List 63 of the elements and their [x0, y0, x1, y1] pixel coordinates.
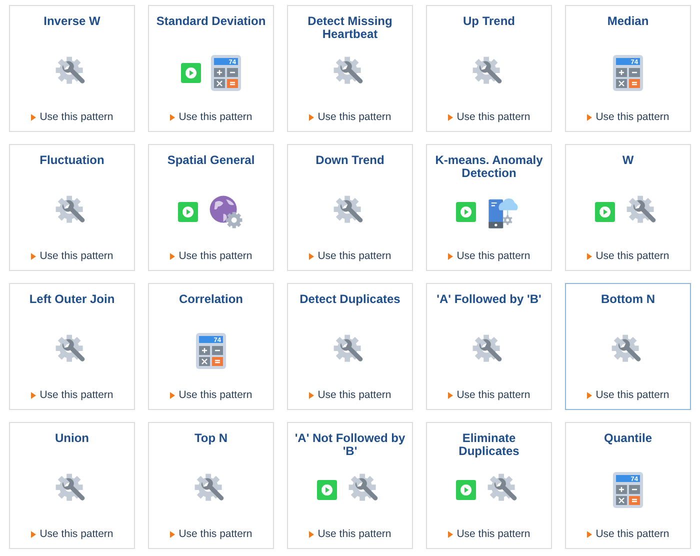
- pattern-card[interactable]: Spatial General Use this pattern: [148, 144, 274, 271]
- triangle-icon: [30, 530, 36, 538]
- triangle-icon: [170, 114, 175, 120]
- play-video-icon[interactable]: [181, 63, 201, 83]
- triangle-icon: [308, 114, 314, 120]
- pattern-card[interactable]: Top N Use this pattern: [148, 422, 274, 549]
- pattern-card[interactable]: 'A' Not Followed by 'B' Use this pattern: [287, 422, 413, 549]
- pattern-card[interactable]: 'A' Followed by 'B' Use this pattern: [426, 283, 552, 410]
- triangle-icon: [448, 114, 453, 120]
- play-video-icon[interactable]: [595, 202, 615, 222]
- pattern-card[interactable]: Detect Missing Heartbeat Use this pattern: [287, 5, 413, 132]
- triangle-icon: [586, 252, 592, 260]
- pattern-title: Detect Duplicates: [300, 293, 400, 308]
- globe-gear-icon: [208, 194, 244, 230]
- pattern-title: Bottom N: [601, 293, 655, 308]
- pattern-card[interactable]: Union Use this pattern: [9, 422, 135, 549]
- triangle-icon: [586, 530, 592, 538]
- triangle-icon: [448, 392, 453, 398]
- pattern-title: Fluctuation: [40, 154, 104, 169]
- pattern-title: Union: [55, 432, 89, 447]
- pattern-title: Top N: [194, 432, 228, 447]
- pattern-title: K-means. Anomaly Detection: [434, 154, 544, 180]
- pattern-title: Down Trend: [316, 154, 384, 169]
- play-video-icon[interactable]: [178, 202, 198, 222]
- pattern-card[interactable]: Left Outer Join Use this pattern: [9, 283, 135, 410]
- pattern-card[interactable]: Bottom N Use this pattern: [565, 283, 691, 410]
- pattern-title: 'A' Followed by 'B': [436, 293, 542, 308]
- pattern-card[interactable]: Eliminate Duplicates Use this pattern: [426, 422, 552, 549]
- pattern-card[interactable]: Down Trend Use this pattern: [287, 144, 413, 271]
- triangle-icon: [308, 392, 314, 398]
- pattern-card[interactable]: Detect Duplicates Use this pattern: [287, 283, 413, 410]
- pattern-card[interactable]: Fluctuation Use this pattern: [9, 144, 135, 271]
- pattern-title: Inverse W: [44, 15, 100, 30]
- pattern-title: Detect Missing Heartbeat: [306, 15, 394, 41]
- pattern-title: Up Trend: [462, 15, 515, 30]
- pattern-title: Standard Deviation: [156, 15, 266, 30]
- pattern-card[interactable]: Inverse W Use this pattern: [9, 5, 135, 132]
- play-video-icon[interactable]: [456, 480, 476, 500]
- play-video-icon[interactable]: [456, 202, 476, 222]
- pattern-card[interactable]: W Use this pattern: [565, 144, 691, 271]
- triangle-icon: [586, 392, 592, 398]
- triangle-icon: [170, 252, 175, 260]
- triangle-icon: [30, 252, 36, 260]
- triangle-icon: [30, 114, 36, 120]
- pattern-title: W: [622, 154, 634, 169]
- pattern-title: Spatial General: [167, 154, 255, 169]
- pattern-title: Eliminate Duplicates: [458, 432, 520, 458]
- pattern-card[interactable]: K-means. Anomaly Detection Use this pattern: [426, 144, 552, 271]
- pattern-card[interactable]: Up Trend Use this pattern: [426, 5, 552, 132]
- triangle-icon: [448, 530, 453, 538]
- pattern-title: Quantile: [604, 432, 652, 447]
- play-video-icon[interactable]: [317, 480, 337, 500]
- pattern-title: 'A' Not Followed by 'B': [294, 432, 406, 458]
- pattern-title: Left Outer Join: [29, 293, 115, 308]
- triangle-icon: [308, 252, 314, 260]
- triangle-icon: [30, 392, 36, 398]
- triangle-icon: [586, 114, 592, 120]
- pattern-title: Correlation: [178, 293, 243, 308]
- triangle-icon: [448, 252, 453, 260]
- triangle-icon: [170, 392, 175, 398]
- triangle-icon: [308, 530, 314, 538]
- pattern-title: Median: [607, 15, 649, 30]
- triangle-icon: [170, 530, 175, 538]
